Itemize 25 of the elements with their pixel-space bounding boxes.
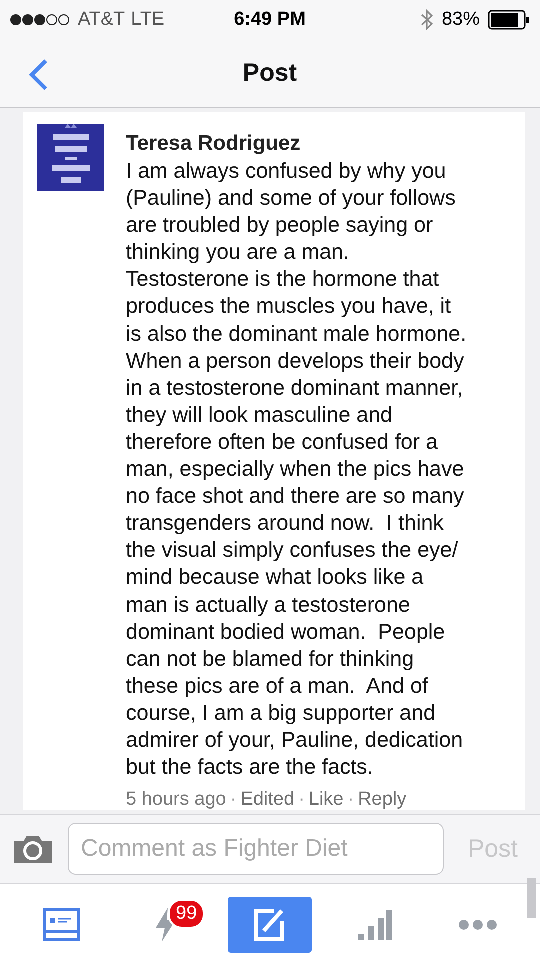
battery-icon: [488, 10, 530, 30]
status-time: 6:49 PM: [234, 9, 306, 31]
comment-timestamp: 5 hours ago: [126, 789, 226, 812]
tab-bar-item[interactable]: [228, 897, 312, 953]
separator-dot: ·: [346, 789, 356, 812]
news-feed-icon: [43, 908, 81, 942]
page-title: Post: [242, 59, 298, 88]
author-name[interactable]: Teresa Rodriguez: [126, 132, 511, 156]
separator-dot: ·: [298, 789, 306, 812]
bar-chart-icon: [356, 908, 392, 942]
carrier-label: AT&T: [78, 9, 126, 31]
tab-bar-item[interactable]: 99: [124, 897, 208, 953]
separator-dot: ·: [229, 789, 238, 812]
notification-badge: 99: [168, 899, 206, 929]
comment-text: I am always confused by why you (Pauline) and some of your follows are troubled by people saying or thinking you are a man. Testosterone is the hormone that produces the muscles you have, it is also the dominant male hormone. When a person develops their body in a testosterone dominant manner, they will look masculine and therefore often be confused for a man, especially when the pics have no face shot and there are so many transgenders around now. I think the visual simply confuses the eye/ mind because what looks like a man is actually a testosterone dominant bodied woman. People can not be blamed for thinking these pics are of a man. And of course, I am a big supporter and admirer of your, Pauline, dedication but the facts are the facts.: [126, 158, 468, 782]
network-label: LTE: [131, 9, 165, 31]
comment-action-link[interactable]: Edited: [240, 789, 295, 812]
camera-icon[interactable]: [12, 833, 54, 865]
bluetooth-icon: [420, 9, 434, 31]
more-icon: [458, 919, 498, 931]
comment-action-link[interactable]: Like: [308, 789, 344, 812]
scrollbar: [527, 878, 536, 918]
comment-action-link[interactable]: Reply: [358, 789, 407, 812]
battery-percent: 83%: [442, 9, 480, 31]
signal-icon: [10, 14, 72, 26]
